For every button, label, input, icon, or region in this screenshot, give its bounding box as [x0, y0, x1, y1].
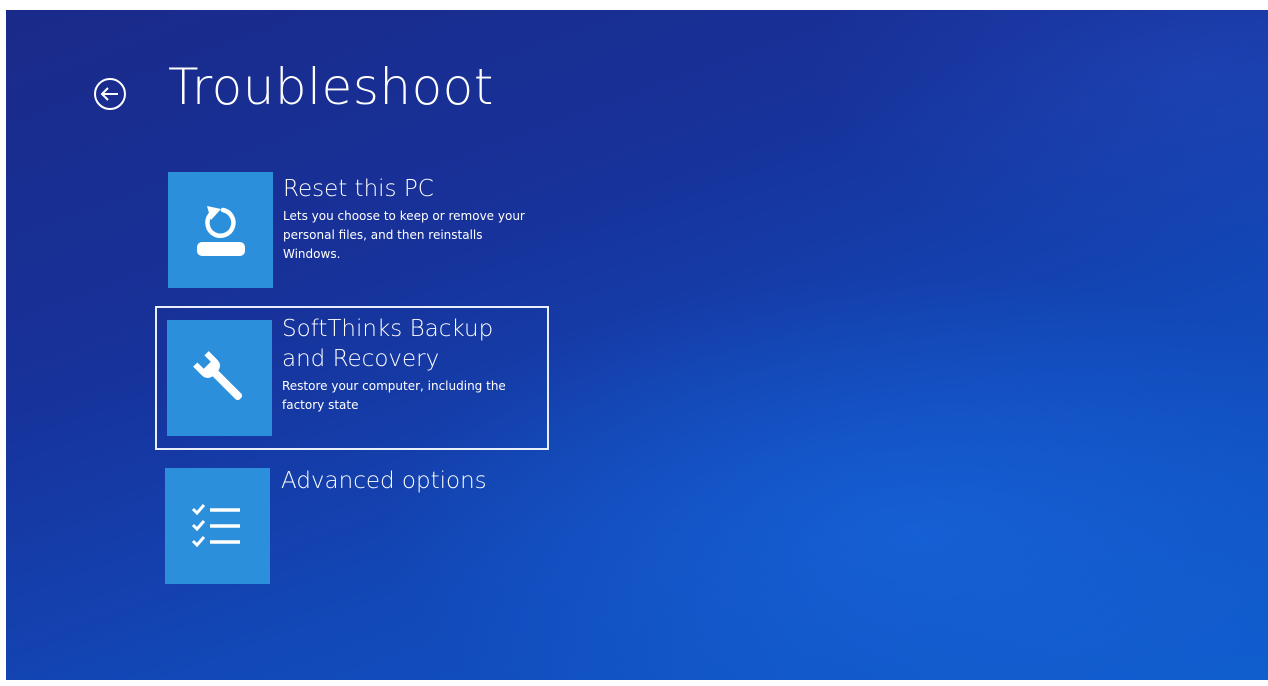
option-tile: [168, 172, 273, 288]
option-description: Lets you choose to keep or remove your p…: [283, 209, 525, 261]
option-title: Reset this PC: [283, 176, 434, 202]
option-tile: [165, 468, 270, 584]
option-title: SoftThinks Backup and Recovery: [282, 316, 494, 372]
page-title: Troubleshoot: [168, 58, 494, 116]
option-text: SoftThinks Backup and Recovery Restore y…: [282, 314, 537, 415]
back-arrow-icon: [94, 78, 126, 110]
option-advanced-options[interactable]: Advanced options: [165, 468, 545, 586]
option-text: Advanced options: [281, 466, 531, 496]
option-softthinks-backup[interactable]: SoftThinks Backup and Recovery Restore y…: [155, 306, 549, 450]
checklist-icon: [191, 504, 240, 548]
back-button[interactable]: [93, 77, 127, 111]
troubleshoot-screen: Troubleshoot Reset this PC Lets you choo…: [6, 10, 1268, 680]
option-description: Restore your computer, including the fac…: [282, 379, 506, 412]
wrench-icon: [192, 351, 242, 401]
option-title: Advanced options: [281, 468, 487, 494]
option-text: Reset this PC Lets you choose to keep or…: [283, 174, 533, 264]
option-reset-this-pc[interactable]: Reset this PC Lets you choose to keep or…: [168, 172, 548, 290]
reset-drive-icon: [196, 206, 245, 256]
option-tile: [167, 320, 272, 436]
